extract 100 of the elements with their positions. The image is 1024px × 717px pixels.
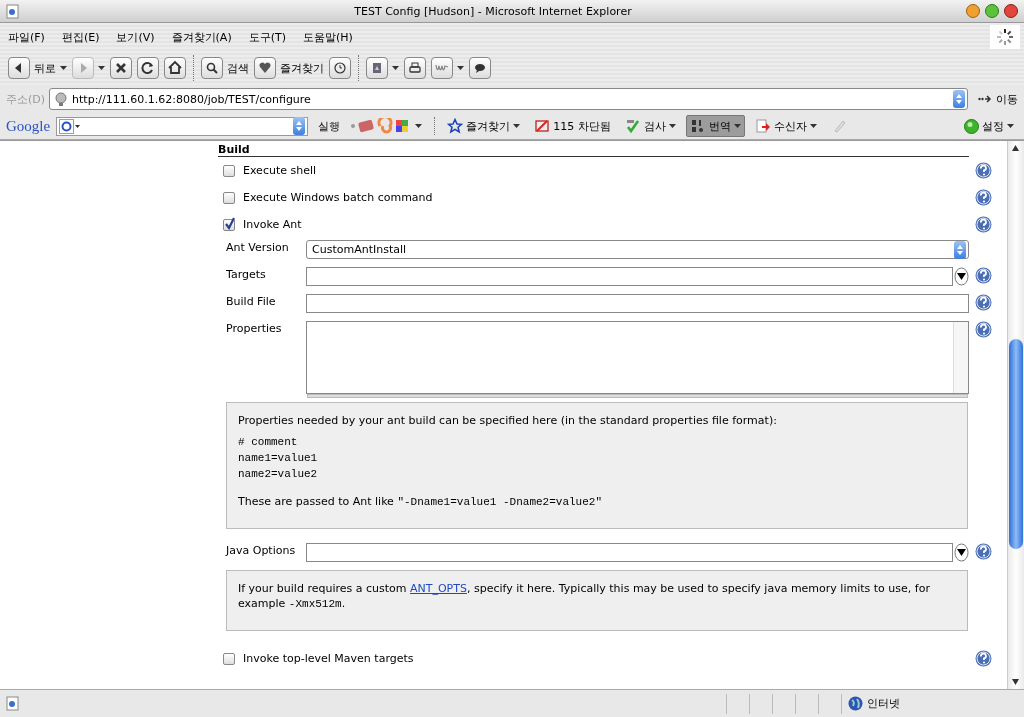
caret-icon <box>513 124 521 128</box>
document-arrow-icon <box>754 118 771 134</box>
expand-icon[interactable] <box>954 543 969 562</box>
input-field[interactable] <box>306 294 969 313</box>
zone-label: 인터넷 <box>867 696 900 711</box>
checkbox[interactable] <box>223 652 235 665</box>
translate-button[interactable]: 번역 <box>685 115 745 137</box>
code-line: name1=value1 <box>238 451 319 466</box>
print-button[interactable] <box>404 57 426 79</box>
maximize-button[interactable] <box>985 4 999 18</box>
ant-version-select[interactable]: CustomAntInstall <box>306 240 969 259</box>
house-icon <box>166 59 184 77</box>
dropdown-icon[interactable] <box>953 90 965 108</box>
checkbox[interactable] <box>223 164 235 177</box>
popup-button[interactable]: 115 차단됨 <box>530 115 615 137</box>
close-button[interactable] <box>1004 4 1018 18</box>
checkbox[interactable] <box>223 218 235 231</box>
messenger-button[interactable] <box>469 57 491 79</box>
code-line: name2=value2 <box>238 467 319 482</box>
edit-button[interactable] <box>431 57 453 79</box>
go-arrow-icon <box>978 95 992 103</box>
caret-icon <box>60 66 67 70</box>
mail-button[interactable] <box>366 57 388 79</box>
address-field[interactable]: http://111.60.1.62:8080/job/TEST/configure <box>49 88 968 110</box>
help-icon[interactable] <box>975 650 992 667</box>
checkbox-label[interactable]: Invoke top-level Maven targets <box>243 652 414 665</box>
field-label: Build File <box>226 294 277 308</box>
toolbar-label[interactable]: 검색 <box>227 60 249 76</box>
scroll-down-icon[interactable] <box>1012 679 1019 685</box>
home-button[interactable] <box>164 57 186 79</box>
stepper-icon[interactable] <box>954 240 966 259</box>
checkbox-label[interactable]: Execute Windows batch command <box>243 191 433 204</box>
clock-icon <box>331 59 349 77</box>
help-icon[interactable] <box>975 267 992 284</box>
help-text: These are passed to Ant like "-Dname1=value1 -Dname2=value2" <box>238 494 603 510</box>
ant-opts-link[interactable]: ANT_OPTS <box>409 582 467 595</box>
blocked-window-icon <box>534 118 551 134</box>
caret-icon <box>733 124 741 128</box>
caret-icon <box>98 66 105 70</box>
menu-item[interactable]: 편집(E) <box>61 29 100 45</box>
search-run-button[interactable]: 실행 <box>314 115 345 137</box>
section-title: Build <box>218 143 969 157</box>
caret-icon <box>1007 124 1014 128</box>
scrollbar[interactable] <box>1007 141 1024 689</box>
menu-item[interactable]: 파일(F) <box>8 29 45 45</box>
loading-icon <box>995 27 1015 47</box>
field-label: Java Options <box>226 543 297 557</box>
left-arrow-icon <box>15 63 23 73</box>
checkbox-label[interactable]: Invoke Ant <box>243 218 302 231</box>
help-icon[interactable] <box>975 189 992 206</box>
right-arrow-icon <box>79 63 87 73</box>
caret-icon <box>392 66 399 70</box>
caret-icon <box>668 124 676 128</box>
help-icon[interactable] <box>975 294 992 311</box>
send-button[interactable]: 수신자 <box>750 115 821 137</box>
spellcheck-icon <box>624 118 641 134</box>
menu-item[interactable]: 즐겨찾기(A) <box>171 29 232 45</box>
toolbar-label[interactable]: 즐겨찾기 <box>280 60 324 76</box>
help-icon[interactable] <box>975 216 992 233</box>
stop-button[interactable] <box>110 57 132 79</box>
g-dropdown-icon[interactable] <box>59 118 82 134</box>
address-label: 주소(D) <box>6 91 46 107</box>
menu-item[interactable]: 도구(T) <box>248 29 286 45</box>
search-field[interactable] <box>56 116 309 136</box>
minimize-button[interactable] <box>966 4 980 18</box>
status-light-icon <box>964 118 979 134</box>
caret-icon <box>457 66 464 70</box>
help-icon[interactable] <box>975 543 992 560</box>
page-icon <box>6 3 20 19</box>
window-title: TEST Config [Hudson] - Microsoft Internet Explorer <box>353 4 633 18</box>
translate-icon <box>689 118 706 134</box>
back-button[interactable] <box>8 57 30 79</box>
bookmarks-button[interactable]: 즐겨찾기 <box>443 115 525 137</box>
stepper-icon[interactable] <box>293 117 306 135</box>
checkbox[interactable] <box>223 191 235 204</box>
settings-button[interactable]: 설정 <box>960 115 1018 137</box>
menu-item[interactable]: 도움말(H) <box>303 29 353 45</box>
go-button[interactable]: 이동 <box>978 91 1018 107</box>
page-icon <box>6 696 20 711</box>
help-icon[interactable] <box>975 162 992 179</box>
expand-icon[interactable] <box>954 267 969 286</box>
code-line: # comment <box>238 435 299 450</box>
history-button[interactable] <box>329 57 351 79</box>
menu-item[interactable]: 보기(V) <box>116 29 155 45</box>
input-field[interactable] <box>306 267 953 286</box>
input-field[interactable] <box>306 543 953 562</box>
help-icon[interactable] <box>975 321 992 338</box>
scroll-up-icon[interactable] <box>1012 145 1019 151</box>
checkbox-label[interactable]: Execute shell <box>243 164 317 177</box>
field-label: Ant Version <box>226 240 290 254</box>
refresh-button[interactable] <box>137 57 159 79</box>
star-icon <box>447 118 464 134</box>
caret-icon <box>809 124 817 128</box>
toolbar-label[interactable]: 뒤로 <box>34 60 56 76</box>
field-label: Properties <box>226 321 283 335</box>
search-button[interactable] <box>201 57 223 79</box>
help-text: If your build requires a custom ANT_OPTS, specify it here. Typically this may be used to specify java memory limits to use, for example -Xmx512m. <box>238 581 931 612</box>
favorites-button[interactable] <box>254 57 276 79</box>
spell-button[interactable]: 검사 <box>620 115 680 137</box>
help-text: Properties needed by your ant build can be specified here (in the standard properties file format): <box>238 413 778 428</box>
